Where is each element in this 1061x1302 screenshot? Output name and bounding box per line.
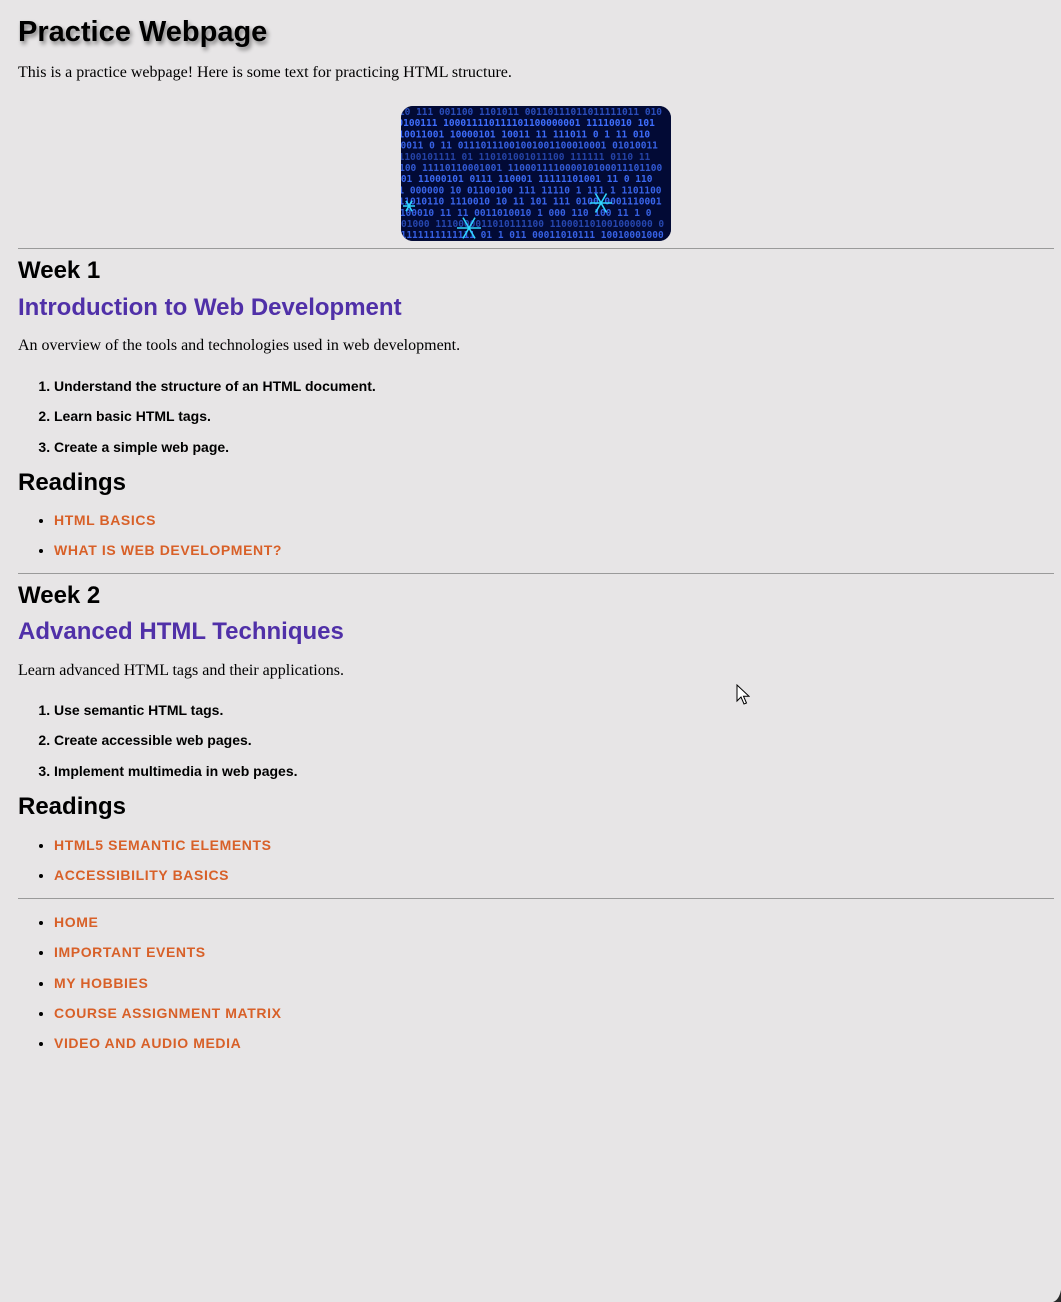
list-item: HTML Basics — [54, 512, 282, 542]
page-title: Practice Webpage — [18, 16, 268, 48]
reading-link[interactable]: Accessibility Basics — [54, 867, 229, 883]
divider — [18, 248, 1054, 249]
readings-list: HTML5 Semantic Elements Accessibility Ba… — [18, 837, 272, 898]
reading-link[interactable]: HTML Basics — [54, 512, 156, 528]
objective-item: Learn basic HTML tags. — [54, 408, 376, 438]
svg-text:01 11000101 0111 110001 111111: 01 11000101 0111 110001 11111101001 11 0… — [401, 174, 653, 185]
nav-link-important-events[interactable]: Important Events — [54, 944, 206, 960]
week-description: An overview of the tools and technologie… — [18, 337, 461, 354]
binary-code-graphic: 10 111 001100 1101011 001101110110111110… — [401, 106, 671, 241]
svg-text:01000 1110000011010111100 1100: 01000 1110000011010111100 11000110100100… — [401, 219, 664, 230]
nav-link-course-assignment-matrix[interactable]: Course Assignment Matrix — [54, 1005, 282, 1021]
nav-link-video-and-audio-media[interactable]: Video and Audio Media — [54, 1035, 241, 1051]
svg-text:0011 0 11 0111011100100100110: 0011 0 11 01110111001001001100010001 010… — [401, 141, 658, 152]
list-item: My Hobbies — [54, 975, 282, 1005]
week-description: Learn advanced HTML tags and their appli… — [18, 662, 344, 679]
svg-text:1111111111111 01 1 011 0001101: 1111111111111 01 1 011 00011010111 10010… — [401, 230, 664, 241]
svg-text:11010110 1110010 10 11 101 111: 11010110 1110010 10 11 101 111 0100 0001… — [401, 197, 662, 208]
objective-item: Create accessible web pages. — [54, 732, 298, 762]
reading-link[interactable]: HTML5 Semantic Elements — [54, 837, 272, 853]
week-topic: Advanced HTML Techniques — [18, 618, 344, 645]
svg-text:100 11110110001001 11000111100: 100 11110110001001 110001111000010100011… — [401, 163, 662, 174]
binary-code-image: 10 111 001100 1101011 001101110110111110… — [401, 106, 671, 241]
week-label: Week 1 — [18, 257, 101, 284]
list-item: Important Events — [54, 944, 282, 974]
objectives-list: Use semantic HTML tags. Create accessibl… — [18, 702, 298, 793]
readings-heading: Readings — [18, 469, 127, 496]
week-topic: Introduction to Web Development — [18, 294, 402, 321]
objectives-list: Understand the structure of an HTML docu… — [18, 378, 376, 469]
list-item: Course Assignment Matrix — [54, 1005, 282, 1035]
objective-item: Implement multimedia in web pages. — [54, 763, 298, 793]
svg-text:100010 11 11 0011010010 1 000: 100010 11 11 0011010010 1 000 110 100 11… — [401, 208, 652, 219]
week-label: Week 2 — [18, 582, 101, 609]
nav-link-home[interactable]: Home — [54, 914, 98, 930]
divider — [18, 573, 1054, 574]
nav-link-my-hobbies[interactable]: My Hobbies — [54, 975, 148, 991]
objective-item: Use semantic HTML tags. — [54, 702, 298, 732]
list-item: What is Web Development? — [54, 542, 282, 572]
svg-text:10 111 001100 1101011 00110111: 10 111 001100 1101011 001101110110111110… — [401, 107, 662, 118]
mouse-cursor-icon — [736, 684, 750, 705]
divider — [18, 898, 1054, 899]
svg-text:1 000000 10 01100100 111 11110: 1 000000 10 01100100 111 11110 1 111 1 1… — [401, 185, 662, 196]
list-item: Accessibility Basics — [54, 867, 272, 897]
reading-link[interactable]: What is Web Development? — [54, 542, 282, 558]
objective-item: Create a simple web page. — [54, 439, 376, 469]
svg-text:10011001 10000101 10011 11 1: 10011001 10000101 10011 11 111011 0 1 11… — [401, 129, 650, 140]
footer-nav-list: Home Important Events My Hobbies Course … — [18, 914, 282, 1065]
list-item: Video and Audio Media — [54, 1035, 282, 1065]
svg-text:0100111 100011110111101100000: 0100111 100011110111101100000001 1111001… — [401, 118, 655, 129]
readings-list: HTML Basics What is Web Development? — [18, 512, 282, 573]
list-item: HTML5 Semantic Elements — [54, 837, 272, 867]
intro-text: This is a practice webpage! Here is some… — [18, 64, 512, 81]
window-corner-icon — [1053, 1290, 1061, 1302]
objective-item: Understand the structure of an HTML docu… — [54, 378, 376, 408]
list-item: Home — [54, 914, 282, 944]
readings-heading: Readings — [18, 793, 127, 820]
svg-text:1100101111 01 110101001011100: 1100101111 01 110101001011100 111111 011… — [401, 152, 651, 163]
